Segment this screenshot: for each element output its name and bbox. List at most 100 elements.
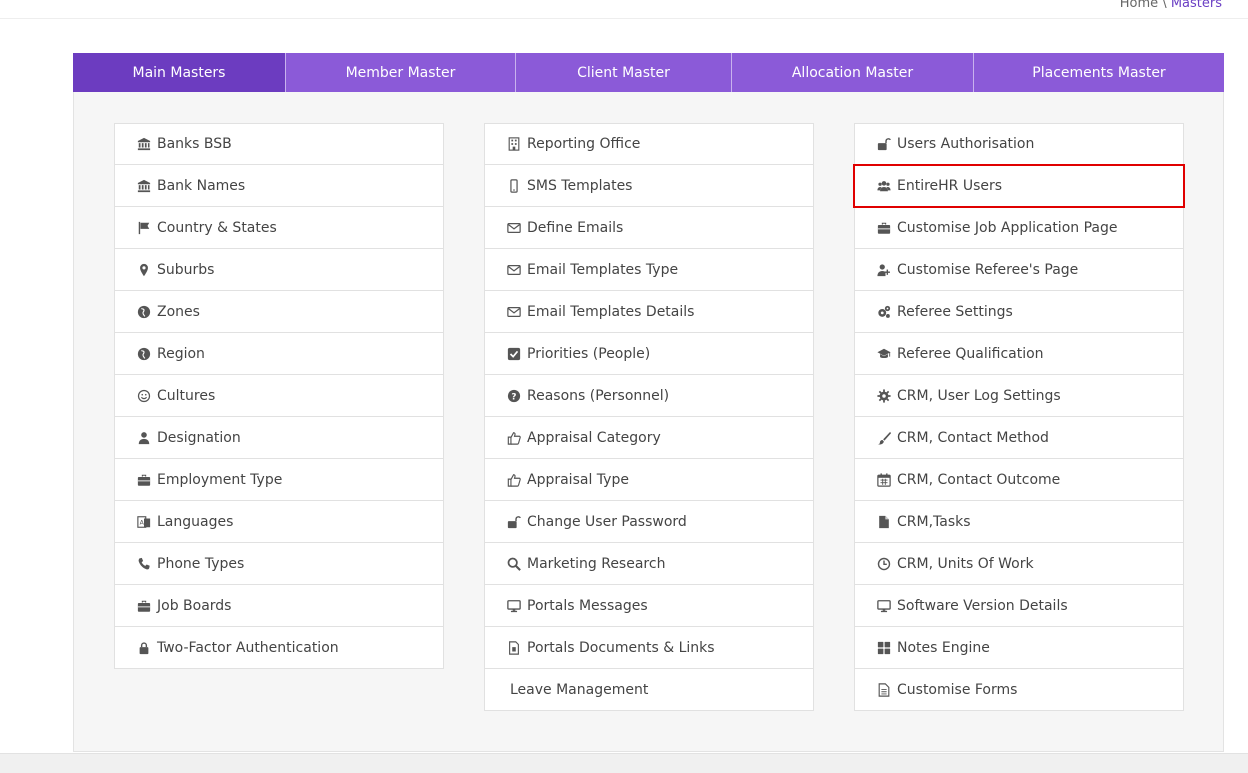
menu-item-customise-job-application-page[interactable]: Customise Job Application Page bbox=[854, 207, 1184, 249]
menu-item-cultures[interactable]: Cultures bbox=[114, 375, 444, 417]
users-icon bbox=[875, 177, 893, 195]
menu-item-label: Leave Management bbox=[510, 681, 649, 698]
paint-brush-icon bbox=[875, 429, 893, 447]
menu-item-label: Change User Password bbox=[527, 513, 687, 530]
menu-item-marketing-research[interactable]: Marketing Research bbox=[484, 543, 814, 585]
menu-item-banks-bsb[interactable]: Banks BSB bbox=[114, 123, 444, 165]
menu-item-two-factor-authentication[interactable]: Two-Factor Authentication bbox=[114, 627, 444, 669]
file-document-icon bbox=[505, 639, 523, 657]
menu-item-reasons-personnel[interactable]: ? Reasons (Personnel) bbox=[484, 375, 814, 417]
menu-item-crm-tasks[interactable]: CRM,Tasks bbox=[854, 501, 1184, 543]
tab-client-master[interactable]: Client Master bbox=[515, 53, 731, 92]
menu-item-users-authorisation[interactable]: Users Authorisation bbox=[854, 123, 1184, 165]
unlock-icon bbox=[505, 513, 523, 531]
masters-column-right: Users Authorisation EntireHR Users Customi… bbox=[853, 123, 1185, 711]
masters-column-middle: Reporting Office SMS Templates Define Emai… bbox=[484, 123, 814, 711]
graduation-cap-icon bbox=[875, 345, 893, 363]
menu-item-leave-management[interactable]: Leave Management bbox=[484, 669, 814, 711]
bank-icon bbox=[135, 135, 153, 153]
breadcrumb-separator: \ bbox=[1162, 0, 1167, 11]
menu-item-label: EntireHR Users bbox=[897, 177, 1003, 194]
menu-item-zones[interactable]: Zones bbox=[114, 291, 444, 333]
menu-item-sms-templates[interactable]: SMS Templates bbox=[484, 165, 814, 207]
menu-item-portals-messages[interactable]: Portals Messages bbox=[484, 585, 814, 627]
question-circle-icon: ? bbox=[505, 387, 523, 405]
menu-item-label: Appraisal Type bbox=[527, 471, 629, 488]
menu-item-label: Portals Messages bbox=[527, 597, 648, 614]
menu-item-label: Users Authorisation bbox=[897, 136, 1035, 152]
masters-column-left: Banks BSB Bank Names Country & States Subur… bbox=[114, 123, 444, 669]
menu-item-change-user-password[interactable]: Change User Password bbox=[484, 501, 814, 543]
tab-member-master[interactable]: Member Master bbox=[285, 53, 515, 92]
cogs-icon bbox=[875, 303, 893, 321]
breadcrumb-current[interactable]: Masters bbox=[1171, 0, 1222, 11]
svg-text:?: ? bbox=[511, 392, 516, 402]
menu-item-label: Email Templates Details bbox=[527, 303, 695, 320]
menu-item-bank-names[interactable]: Bank Names bbox=[114, 165, 444, 207]
tab-main-masters[interactable]: Main Masters bbox=[73, 53, 285, 92]
menu-item-email-templates-type[interactable]: Email Templates Type bbox=[484, 249, 814, 291]
menu-item-notes-engine[interactable]: Notes Engine bbox=[854, 627, 1184, 669]
top-divider bbox=[0, 18, 1248, 19]
language-icon: A bbox=[135, 513, 153, 531]
menu-item-crm-units-of-work[interactable]: CRM, Units Of Work bbox=[854, 543, 1184, 585]
menu-item-reporting-office[interactable]: Reporting Office bbox=[484, 123, 814, 165]
menu-item-label: Banks BSB bbox=[157, 136, 232, 152]
menu-item-crm-contact-method[interactable]: CRM, Contact Method bbox=[854, 417, 1184, 459]
menu-item-label: CRM, Units Of Work bbox=[897, 555, 1034, 572]
menu-item-region[interactable]: Region bbox=[114, 333, 444, 375]
menu-item-appraisal-category[interactable]: Appraisal Category bbox=[484, 417, 814, 459]
menu-item-label: Job Boards bbox=[157, 597, 232, 614]
menu-item-label: Region bbox=[157, 345, 205, 362]
menu-item-label: Country & States bbox=[157, 219, 277, 236]
thumbs-up-icon bbox=[505, 471, 523, 489]
tab-placements-master[interactable]: Placements Master bbox=[973, 53, 1224, 92]
menu-item-customise-forms[interactable]: Customise Forms bbox=[854, 669, 1184, 711]
svg-text:A: A bbox=[140, 519, 145, 526]
menu-item-label: Referee Settings bbox=[897, 303, 1013, 320]
menu-item-crm-contact-outcome[interactable]: CRM, Contact Outcome bbox=[854, 459, 1184, 501]
menu-item-employment-type[interactable]: Employment Type bbox=[114, 459, 444, 501]
menu-item-email-templates-details[interactable]: Email Templates Details bbox=[484, 291, 814, 333]
menu-item-entirehr-users[interactable]: EntireHR Users bbox=[853, 164, 1185, 208]
tab-allocation-master[interactable]: Allocation Master bbox=[731, 53, 973, 92]
menu-item-suburbs[interactable]: Suburbs bbox=[114, 249, 444, 291]
menu-item-label: Customise Referee's Page bbox=[897, 261, 1079, 278]
envelope-icon bbox=[505, 261, 523, 279]
masters-tab-bar: Main Masters Member Master Client Master… bbox=[73, 53, 1224, 92]
menu-item-priorities-people[interactable]: Priorities (People) bbox=[484, 333, 814, 375]
user-icon bbox=[135, 429, 153, 447]
menu-item-job-boards[interactable]: Job Boards bbox=[114, 585, 444, 627]
menu-item-label: Reporting Office bbox=[527, 136, 641, 152]
menu-item-appraisal-type[interactable]: Appraisal Type bbox=[484, 459, 814, 501]
menu-item-designation[interactable]: Designation bbox=[114, 417, 444, 459]
menu-item-label: Priorities (People) bbox=[527, 345, 651, 362]
building-icon bbox=[505, 135, 523, 153]
briefcase-icon bbox=[875, 219, 893, 237]
menu-item-referee-settings[interactable]: Referee Settings bbox=[854, 291, 1184, 333]
menu-item-country-states[interactable]: Country & States bbox=[114, 207, 444, 249]
menu-item-referee-qualification[interactable]: Referee Qualification bbox=[854, 333, 1184, 375]
unlock-icon bbox=[875, 135, 893, 153]
file-icon bbox=[875, 513, 893, 531]
flag-icon bbox=[135, 219, 153, 237]
menu-item-customise-referee-s-page[interactable]: Customise Referee's Page bbox=[854, 249, 1184, 291]
menu-item-label: Define Emails bbox=[527, 219, 624, 236]
th-large-icon bbox=[875, 639, 893, 657]
menu-item-phone-types[interactable]: Phone Types bbox=[114, 543, 444, 585]
file-text-icon bbox=[875, 681, 893, 699]
lock-icon bbox=[135, 639, 153, 657]
menu-item-label: Bank Names bbox=[157, 177, 246, 194]
menu-item-languages[interactable]: A Languages bbox=[114, 501, 444, 543]
user-plus-icon bbox=[875, 261, 893, 279]
gear-icon bbox=[875, 387, 893, 405]
map-marker-icon bbox=[135, 261, 153, 279]
menu-item-portals-documents-links[interactable]: Portals Documents & Links bbox=[484, 627, 814, 669]
menu-item-crm-user-log-settings[interactable]: CRM, User Log Settings bbox=[854, 375, 1184, 417]
menu-item-label: Appraisal Category bbox=[527, 429, 661, 446]
thumbs-up-icon bbox=[505, 429, 523, 447]
menu-item-define-emails[interactable]: Define Emails bbox=[484, 207, 814, 249]
menu-item-software-version-details[interactable]: Software Version Details bbox=[854, 585, 1184, 627]
breadcrumb-home-link[interactable]: Home bbox=[1120, 0, 1158, 11]
globe-icon bbox=[135, 303, 153, 321]
